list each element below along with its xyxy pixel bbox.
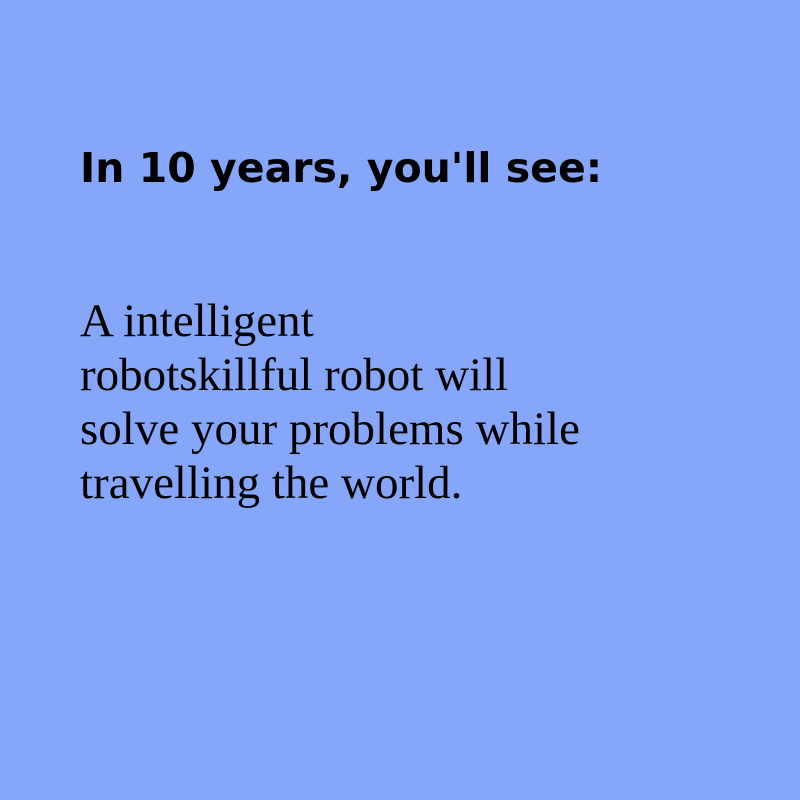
body-line-3: solve your problems while <box>80 403 580 455</box>
card-heading: In 10 years, you'll see: <box>80 144 603 192</box>
body-line-1: A intelligent <box>80 295 314 347</box>
prediction-card: In 10 years, you'll see: A intelligent r… <box>0 0 800 800</box>
card-body-text: A intelligent robotskillful robot will s… <box>80 294 720 510</box>
body-line-4: travelling the world. <box>80 457 463 509</box>
body-line-2: robotskillful robot will <box>80 349 509 401</box>
